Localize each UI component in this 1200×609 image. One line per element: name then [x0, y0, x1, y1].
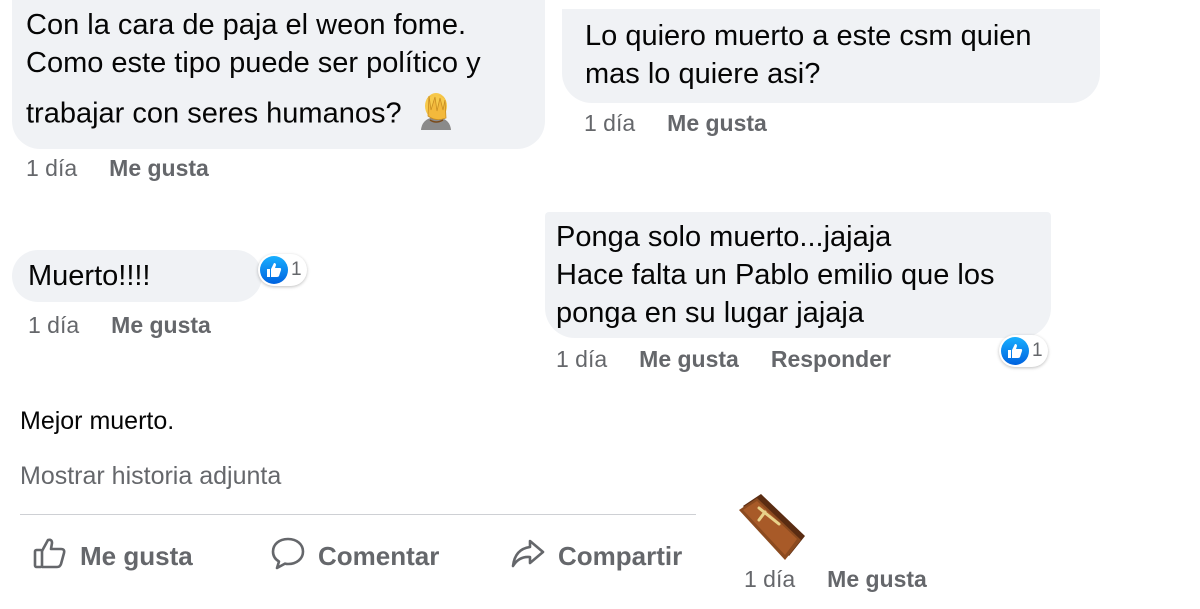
comment-4-meta: 1 día Me gusta Responder	[556, 346, 923, 373]
show-attached-story-link[interactable]: Mostrar historia adjunta	[20, 462, 281, 491]
actions-divider	[20, 514, 696, 515]
thumbs-up-icon	[32, 535, 80, 578]
thumbs-up-reaction-icon	[1001, 337, 1029, 365]
thumbs-up-reaction-icon	[260, 256, 288, 284]
face-palm-emoji-icon	[416, 90, 456, 140]
comment-bubble-1: Con la cara de paja el weon fome. Como e…	[12, 0, 545, 149]
comment-3-line-1: Muerto!!!!	[28, 260, 151, 292]
comment-4-reply-link[interactable]: Responder	[771, 346, 891, 373]
comment-4-line-2: Hace falta un Pablo emilio que los	[556, 259, 995, 291]
comment-button[interactable]: Comentar	[270, 535, 439, 578]
comment-2-line-2: mas lo quiere asi?	[585, 58, 821, 90]
comment-3-meta: 1 día Me gusta	[28, 312, 243, 339]
comment-4-like-link[interactable]: Me gusta	[639, 346, 739, 373]
speech-bubble-icon	[270, 535, 318, 578]
comment-2-time: 1 día	[584, 110, 636, 136]
comment-bubble-4: Ponga solo muerto...jajaja Hace falta un…	[545, 212, 1051, 338]
comment-1-like-link[interactable]: Me gusta	[109, 155, 209, 182]
coffin-emoji-icon	[735, 490, 807, 565]
comment-4-time: 1 día	[556, 346, 608, 372]
comment-4-line-1: Ponga solo muerto...jajaja	[556, 221, 892, 253]
post-text: Mejor muerto.	[20, 407, 175, 435]
comment-1-time: 1 día	[26, 155, 78, 181]
comment-2-line-1: Lo quiero muerto a este csm quien	[585, 20, 1032, 52]
comment-4-reaction[interactable]: 1	[999, 335, 1048, 367]
comment-5-time: 1 día	[744, 566, 796, 592]
comment-2-meta: 1 día Me gusta	[584, 110, 799, 137]
like-button-label: Me gusta	[80, 541, 193, 571]
comment-1-line-2: Como este tipo puede ser político y	[26, 47, 481, 79]
comment-button-label: Comentar	[318, 541, 440, 571]
comment-4-reaction-count: 1	[1032, 340, 1043, 361]
like-button[interactable]: Me gusta	[32, 535, 193, 578]
share-arrow-icon	[510, 535, 558, 578]
comment-bubble-3: Muerto!!!!	[12, 250, 262, 302]
comment-bubble-2: Lo quiero muerto a este csm quien mas lo…	[562, 9, 1100, 103]
comment-1-line-3: trabajar con seres humanos?	[26, 97, 402, 130]
comment-5-meta: 1 día Me gusta	[744, 566, 959, 593]
comment-3-like-link[interactable]: Me gusta	[111, 312, 211, 339]
comment-5-like-link[interactable]: Me gusta	[827, 566, 927, 593]
comment-3-time: 1 día	[28, 312, 80, 338]
comment-4-line-3: ponga en su lugar jajaja	[556, 297, 864, 329]
share-button[interactable]: Compartir	[510, 535, 682, 578]
comment-1-line-1: Con la cara de paja el weon fome.	[26, 9, 467, 41]
comment-3-reaction[interactable]: 1	[258, 254, 307, 286]
comment-2-like-link[interactable]: Me gusta	[667, 110, 767, 137]
comment-3-reaction-count: 1	[291, 259, 302, 280]
comment-1-meta: 1 día Me gusta	[26, 155, 241, 182]
share-button-label: Compartir	[558, 541, 683, 571]
